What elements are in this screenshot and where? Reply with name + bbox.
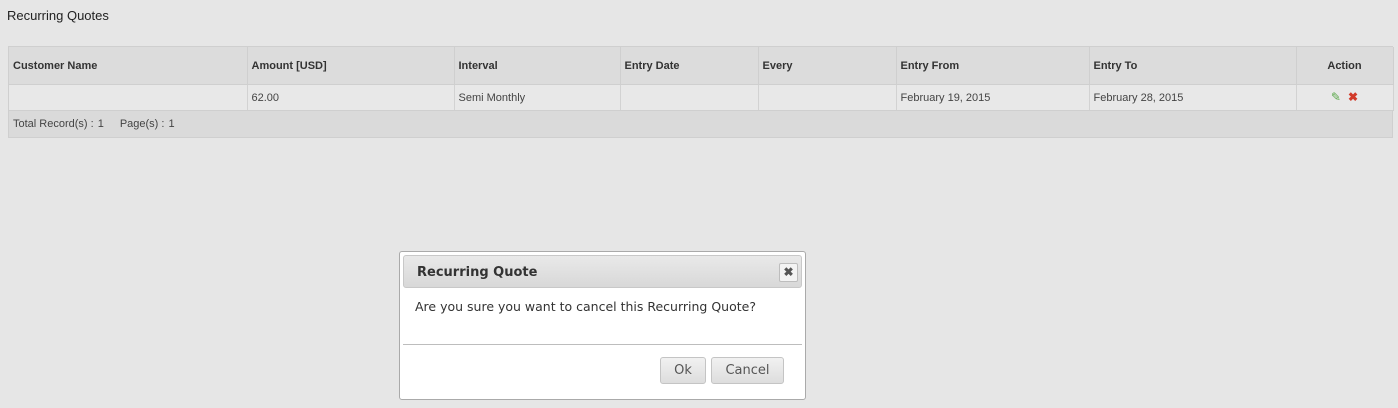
column-header-entry-to[interactable]: Entry To	[1089, 47, 1297, 85]
dialog-title: Recurring Quote	[417, 265, 538, 280]
cell-every	[758, 84, 897, 111]
dialog-divider	[403, 344, 802, 345]
quotes-table: Customer Name Amount [USD] Interval Entr…	[9, 47, 1394, 111]
table-footer: Total Record(s) :1 Page(s) :1	[13, 118, 179, 130]
delete-icon[interactable]: ✖	[1348, 91, 1358, 103]
table-row[interactable]: 62.00 Semi Monthly February 19, 2015 Feb…	[9, 84, 1394, 111]
cell-entry-from: February 19, 2015	[896, 84, 1090, 111]
edit-icon[interactable]: ✎	[1331, 91, 1341, 103]
table-header-row: Customer Name Amount [USD] Interval Entr…	[9, 47, 1394, 85]
cell-action: ✎ ✖	[1296, 84, 1394, 111]
total-records-label: Total Record(s) :	[13, 118, 94, 130]
recurring-quotes-grid: Customer Name Amount [USD] Interval Entr…	[8, 46, 1394, 138]
column-header-every[interactable]: Every	[758, 47, 897, 85]
column-header-amount[interactable]: Amount [USD]	[247, 47, 455, 85]
cancel-button[interactable]: Cancel	[711, 357, 784, 384]
cell-amount: 62.00	[247, 84, 455, 111]
dialog-message: Are you sure you want to cancel this Rec…	[415, 299, 756, 314]
column-header-action: Action	[1296, 47, 1394, 85]
cell-entry-to: February 28, 2015	[1089, 84, 1297, 111]
close-icon[interactable]: ✖	[779, 263, 798, 282]
column-header-entry-from[interactable]: Entry From	[896, 47, 1090, 85]
column-header-interval[interactable]: Interval	[454, 47, 621, 85]
pages-value: 1	[168, 118, 175, 130]
page-title: Recurring Quotes	[7, 8, 109, 23]
cell-customer-name	[9, 84, 248, 111]
pages-label: Page(s) :	[119, 118, 165, 130]
total-records-value: 1	[97, 118, 104, 130]
column-header-entry-date[interactable]: Entry Date	[620, 47, 759, 85]
confirm-dialog: Recurring Quote ✖ Are you sure you want …	[399, 251, 806, 400]
cell-entry-date	[620, 84, 759, 111]
ok-button[interactable]: Ok	[660, 357, 706, 384]
dialog-titlebar[interactable]: Recurring Quote ✖	[403, 255, 802, 288]
cell-interval: Semi Monthly	[454, 84, 621, 111]
column-header-customer-name[interactable]: Customer Name	[9, 47, 248, 85]
